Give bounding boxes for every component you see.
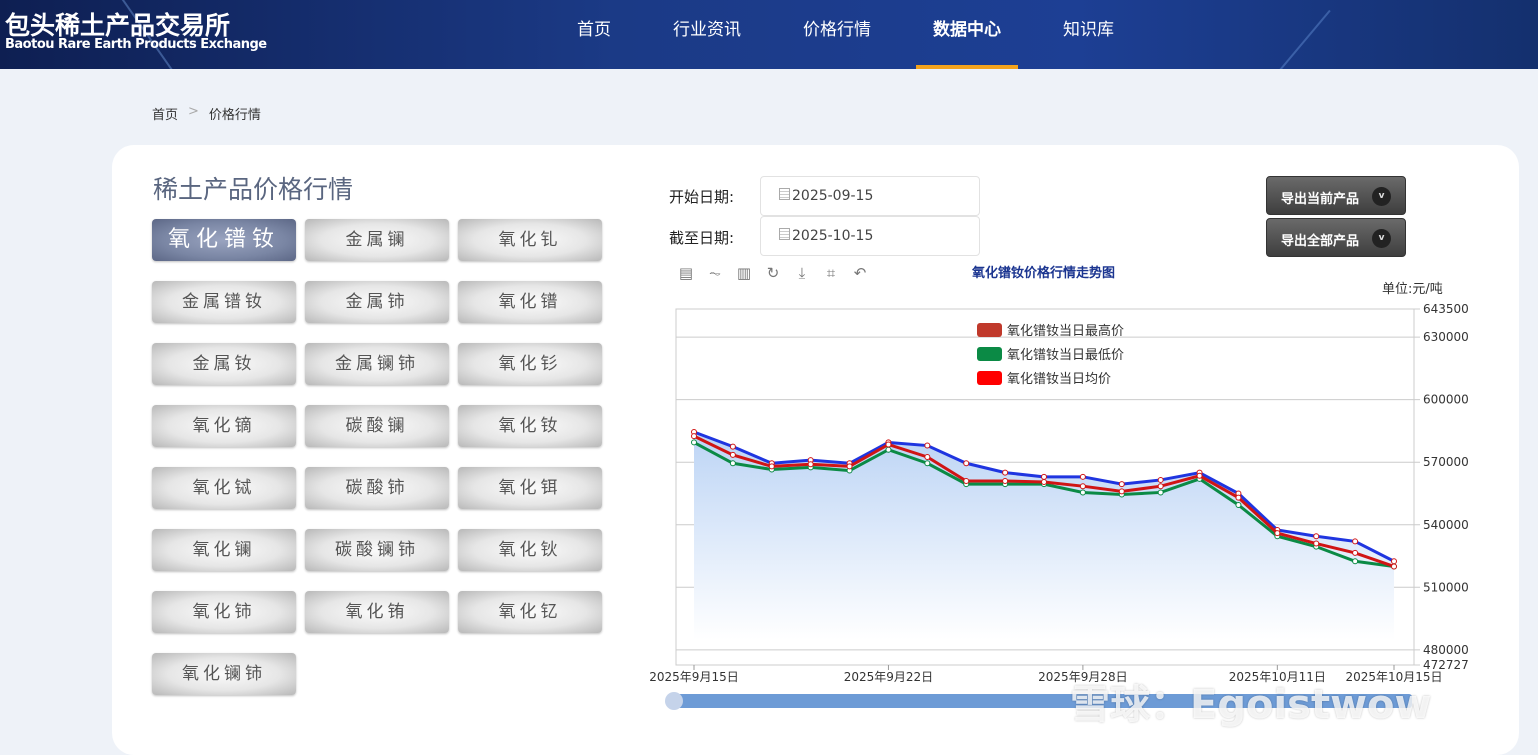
data-point (1313, 540, 1320, 547)
data-point (729, 460, 736, 467)
x-tick-label: 2025年9月22日 (844, 670, 933, 684)
data-point (1352, 549, 1359, 556)
y-tick-label: 510000 (1423, 580, 1469, 594)
data-point (807, 461, 814, 468)
data-point (1274, 530, 1281, 537)
data-point (963, 460, 970, 467)
data-point (1352, 558, 1359, 565)
data-point (691, 433, 697, 440)
legend-label: 氧化镨钕当日最低价 (1007, 347, 1124, 363)
datazoom-handle[interactable] (665, 692, 683, 710)
data-point (1313, 533, 1320, 540)
price-chart: 643500 630000 600000 570000 540000 510000 4800… (649, 302, 1469, 710)
data-point (885, 446, 892, 453)
data-point (1079, 473, 1086, 480)
data-point (1157, 483, 1164, 490)
data-point (1352, 538, 1359, 545)
y-tick-label: 643500 (1423, 302, 1469, 316)
legend-swatch (977, 371, 1002, 385)
legend-label: 氧化镨钕当日均价 (1007, 371, 1111, 387)
data-point (1002, 477, 1009, 484)
data-point (729, 451, 736, 458)
data-point (1118, 488, 1125, 495)
data-point (691, 439, 697, 446)
data-point (1157, 476, 1164, 483)
data-point (846, 463, 853, 470)
data-point (1079, 489, 1086, 496)
data-point (885, 441, 892, 448)
y-tick-label: 570000 (1423, 455, 1469, 469)
data-point (924, 460, 931, 467)
data-point (1235, 501, 1242, 508)
y-tick-label: 540000 (1423, 518, 1469, 532)
y-tick-label: 480000 (1423, 643, 1469, 657)
data-point (1079, 483, 1086, 490)
data-point (1157, 489, 1164, 496)
y-tick-label: 630000 (1423, 330, 1469, 344)
x-tick-label: 2025年9月15日 (649, 670, 738, 684)
watermark: 雪球：Egoistwow (1070, 682, 1432, 728)
data-point (924, 442, 931, 449)
data-point (768, 463, 775, 470)
data-point (1235, 494, 1242, 501)
data-point (1041, 479, 1047, 486)
data-point (1041, 473, 1047, 480)
legend-swatch (977, 323, 1002, 337)
legend-label: 氧化镨钕当日最高价 (1007, 323, 1124, 339)
data-point (924, 454, 931, 461)
data-point (1118, 481, 1125, 488)
y-tick-label: 600000 (1423, 393, 1469, 407)
data-point (963, 477, 970, 484)
data-point (1391, 558, 1397, 565)
data-point (1196, 472, 1203, 479)
data-point (729, 443, 736, 450)
legend-swatch (977, 347, 1002, 361)
data-point (1002, 469, 1009, 476)
data-point (1391, 563, 1397, 570)
